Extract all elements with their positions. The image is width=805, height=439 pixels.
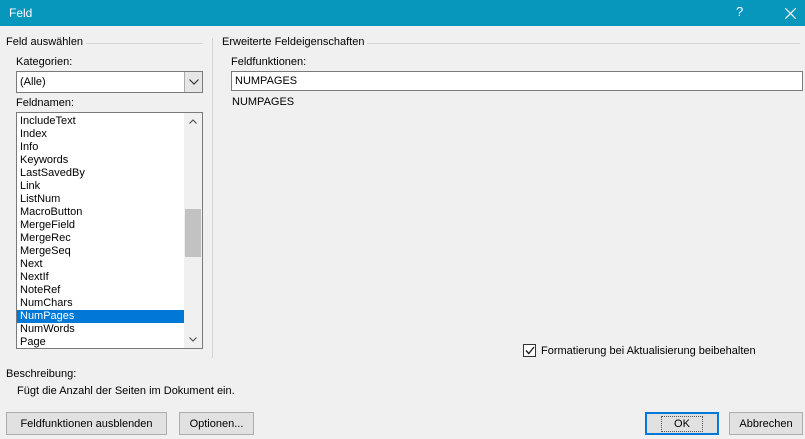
right-group-title: Erweiterte Feldeigenschaften [222, 36, 368, 48]
scroll-up-button[interactable] [184, 113, 202, 130]
list-item[interactable]: Page [17, 336, 185, 348]
list-item[interactable]: Keywords [17, 154, 185, 167]
group-separator [212, 38, 213, 358]
fieldnames-list[interactable]: IncludeText Index Info Keywords LastSavedBy L… [16, 112, 203, 349]
field-codes-label: Feldfunktionen: [231, 56, 307, 68]
dropdown-button[interactable] [184, 72, 202, 92]
list-item[interactable]: MergeRec [17, 232, 185, 245]
list-item[interactable]: Index [17, 128, 185, 141]
list-item[interactable]: LastSavedBy [17, 167, 185, 180]
list-item[interactable]: Link [17, 180, 185, 193]
ok-button[interactable]: OK [645, 412, 719, 435]
chevron-down-icon [188, 79, 199, 85]
preserve-format-checkbox[interactable] [523, 344, 536, 357]
checkmark-icon [524, 346, 535, 355]
field-codes-field-box [231, 71, 803, 91]
scroll-down-button[interactable] [184, 331, 202, 348]
ok-label: OK [661, 415, 703, 432]
close-icon [784, 7, 796, 19]
cancel-button[interactable]: Abbrechen [729, 412, 803, 435]
close-button[interactable] [775, 0, 805, 26]
list-item[interactable]: MacroButton [17, 206, 185, 219]
list-item[interactable]: ListNum [17, 193, 185, 206]
description-label: Beschreibung: [6, 368, 77, 380]
list-item[interactable]: NextIf [17, 271, 185, 284]
options-button[interactable]: Optionen... [179, 412, 254, 435]
left-group-title: Feld auswählen [6, 36, 87, 48]
chevron-up-icon [189, 119, 197, 124]
list-item[interactable]: MergeField [17, 219, 185, 232]
categories-dropdown[interactable]: (Alle) [16, 71, 203, 93]
preserve-format-label[interactable]: Formatierung bei Aktualisierung beibehal… [541, 345, 756, 357]
field-codes-input[interactable] [232, 72, 802, 90]
categories-value: (Alle) [20, 76, 46, 88]
list-item[interactable]: IncludeText [17, 115, 185, 128]
list-item[interactable]: NumPages [17, 310, 185, 323]
list-item[interactable]: NumChars [17, 297, 185, 310]
list-item[interactable]: NumWords [17, 323, 185, 336]
description-text: Fügt die Anzahl der Seiten im Dokument e… [17, 385, 235, 397]
list-item[interactable]: Info [17, 141, 185, 154]
scroll-thumb[interactable] [185, 209, 201, 257]
fieldnames-items: IncludeText Index Info Keywords LastSavedBy L… [17, 115, 185, 348]
window-title: Feld [9, 6, 33, 20]
help-button[interactable]: ? [736, 4, 743, 19]
list-item[interactable]: Next [17, 258, 185, 271]
field-syntax-text: NUMPAGES [232, 96, 295, 108]
hide-field-codes-button[interactable]: Feldfunktionen ausblenden [6, 412, 167, 435]
categories-label: Kategorien: [16, 56, 73, 68]
title-bar: Feld ? [0, 0, 805, 26]
list-item[interactable]: NoteRef [17, 284, 185, 297]
fieldnames-label: Feldnamen: [16, 97, 75, 109]
list-item[interactable]: MergeSeq [17, 245, 185, 258]
list-scrollbar[interactable] [184, 113, 202, 348]
chevron-down-icon [189, 337, 197, 342]
